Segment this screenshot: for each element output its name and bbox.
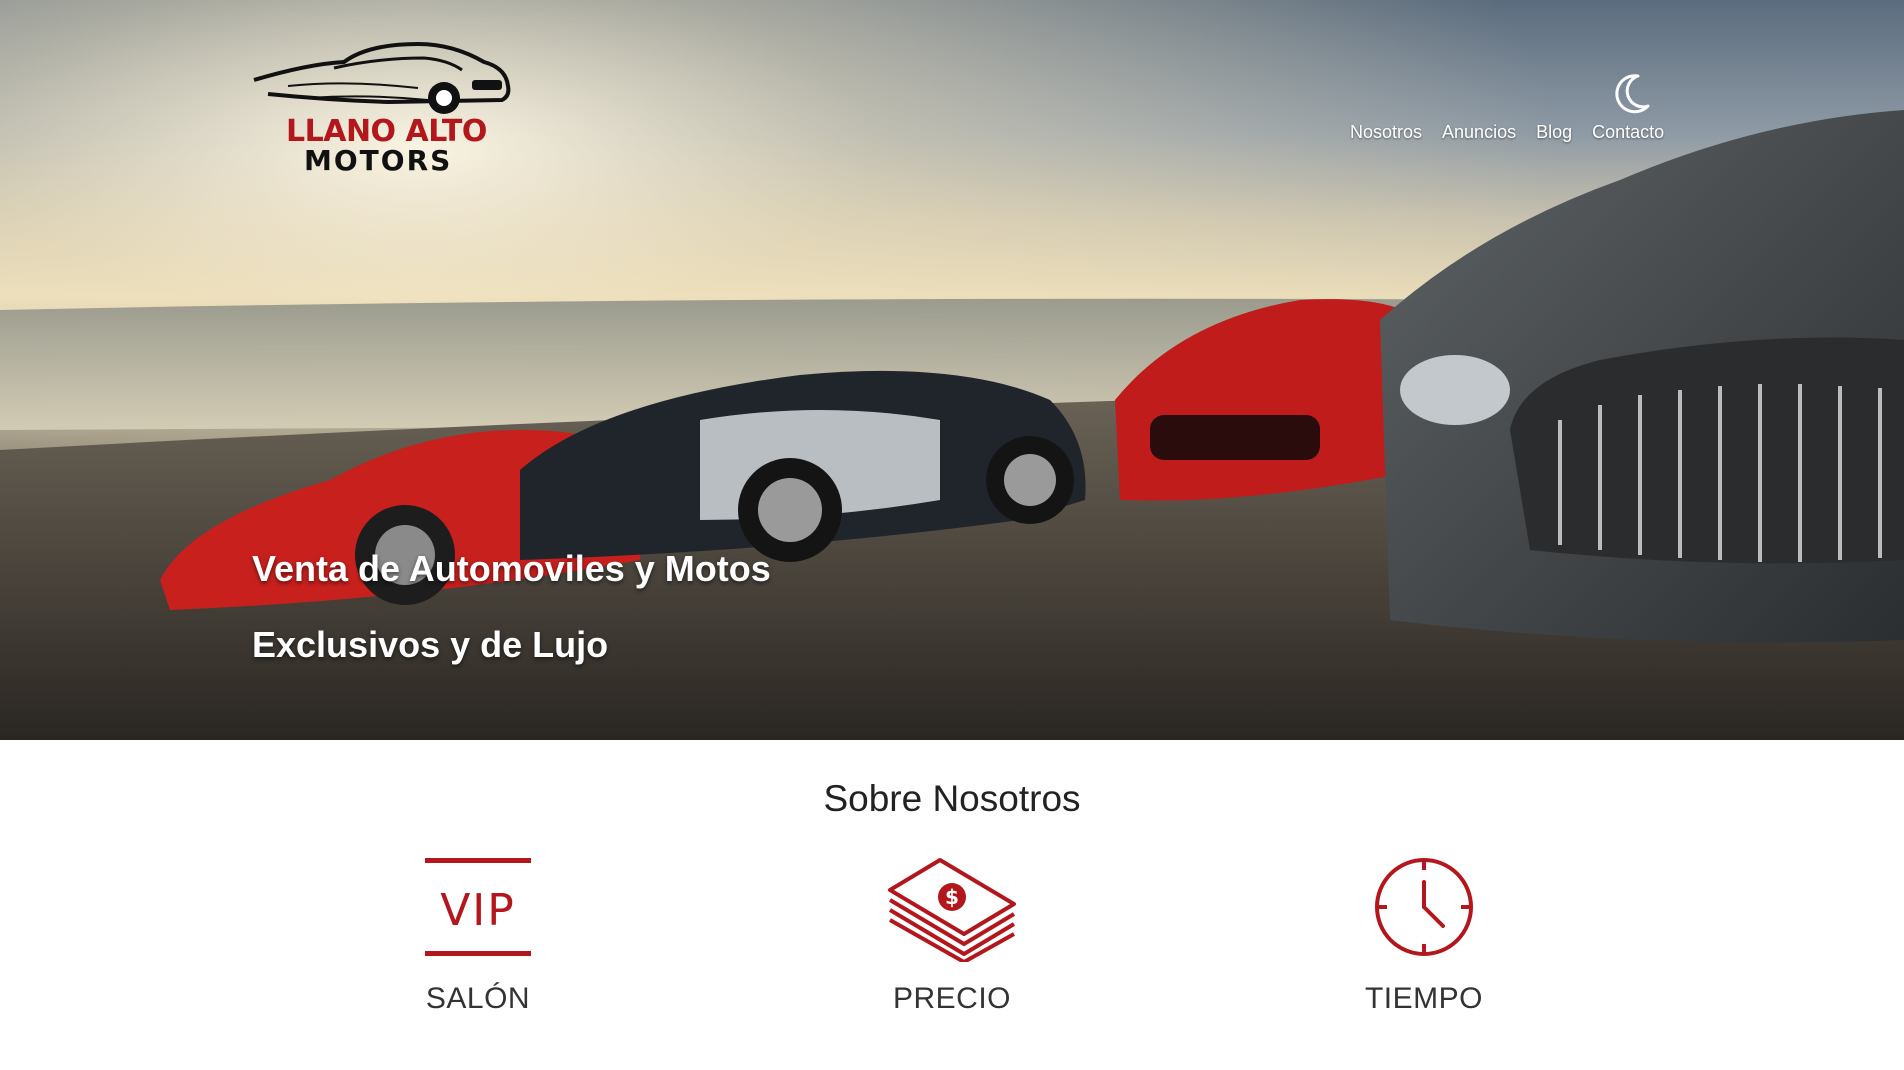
main-nav: Nosotros Anuncios Blog Contacto (1350, 122, 1664, 143)
moon-icon (1615, 74, 1650, 114)
nav-link-anuncios[interactable]: Anuncios (1442, 122, 1516, 143)
money-stack-icon: $ (888, 858, 1016, 962)
vip-icon: VIP (425, 858, 531, 956)
feature-tiempo: TIEMPO (1294, 852, 1554, 1016)
brand-name-line2: MOTORS (304, 144, 453, 177)
nav-link-blog[interactable]: Blog (1536, 122, 1572, 143)
clock-icon (1375, 858, 1473, 956)
vip-icon-text: VIP (440, 885, 516, 936)
feature-label: SALÓN (425, 982, 531, 1015)
nav-link-contacto[interactable]: Contacto (1592, 122, 1664, 143)
hero-banner: LLANO ALTO MOTORS Nosotros Anuncios Blog… (0, 0, 1904, 740)
hero-tagline-line1: Venta de Automoviles y Motos (252, 548, 771, 589)
feature-label: PRECIO (892, 982, 1012, 1015)
svg-text:$: $ (945, 885, 959, 909)
nav-link-nosotros[interactable]: Nosotros (1350, 122, 1422, 143)
car-silhouette-icon (253, 41, 511, 114)
feature-label: TIEMPO (1364, 982, 1483, 1015)
brand-logo[interactable]: LLANO ALTO MOTORS (248, 36, 512, 177)
theme-toggle-button[interactable] (1612, 72, 1652, 116)
feature-precio: $ PRECIO (822, 852, 1082, 1016)
feature-salon: VIP SALÓN (348, 852, 608, 1016)
about-section-title: Sobre Nosotros (823, 778, 1081, 819)
hero-tagline-line2: Exclusivos y de Lujo (252, 624, 609, 665)
